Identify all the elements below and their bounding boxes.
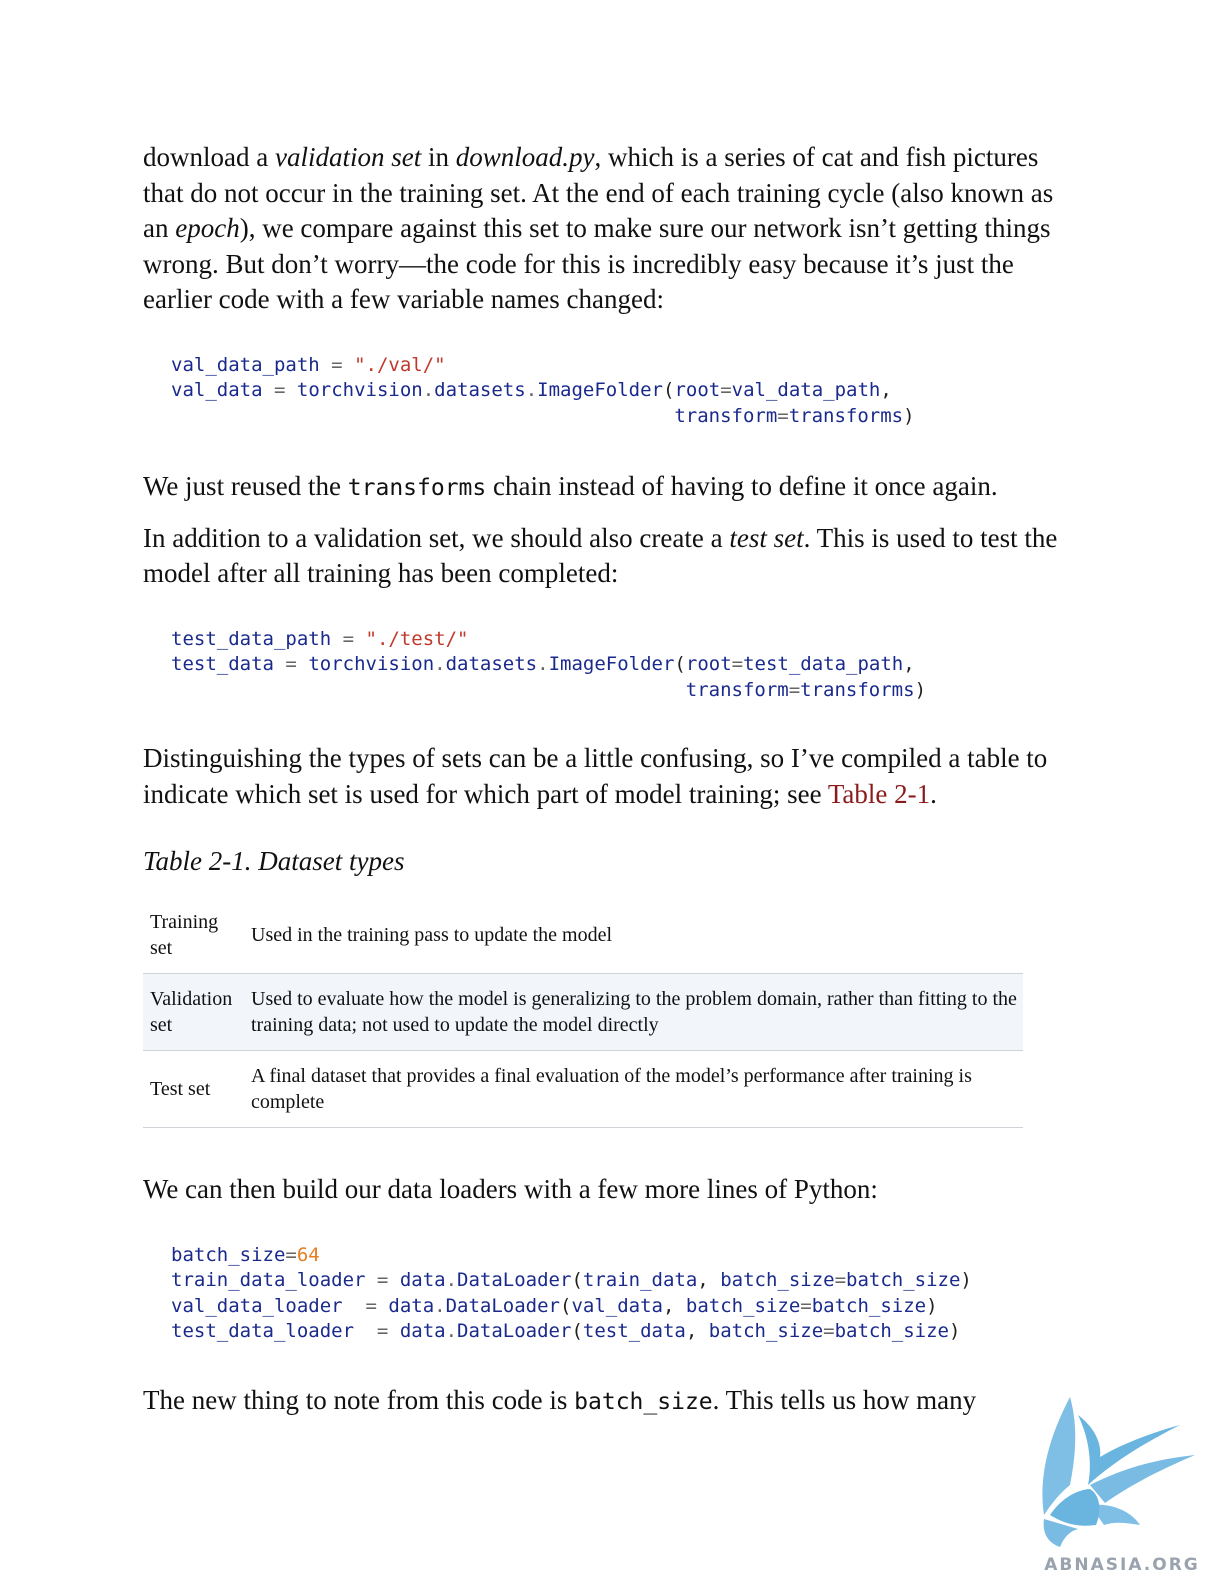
table-caption: Table 2-1. Dataset types — [143, 846, 405, 876]
text: download a — [143, 142, 275, 172]
page-content: download a validation set in download.py… — [143, 140, 1073, 1420]
table-row: Test set A final dataset that provides a… — [143, 1051, 1023, 1128]
inline-code: batch_size — [574, 1388, 713, 1415]
paragraph-dataset-types: Distinguishing the types of sets can be … — [143, 743, 1048, 809]
inline-code: transforms — [347, 475, 487, 501]
code-block-val-data: val_data_path = "./val/" val_data = torc… — [171, 353, 915, 427]
emphasis: validation set — [274, 142, 422, 172]
paragraph-validation-intro: download a validation set in download.py… — [143, 140, 1073, 318]
table-cell-desc: A final dataset that provides a final ev… — [251, 1065, 972, 1113]
watermark-text: ABNASIA.ORG — [1044, 1555, 1200, 1575]
emphasis: epoch — [175, 213, 240, 243]
griffin-logo-icon — [1042, 1397, 1195, 1547]
table-row: Training set Used in the training pass t… — [143, 897, 1023, 974]
paragraph-transforms-reuse: We just reused the transforms chain inst… — [143, 471, 998, 501]
table-cell-term: Test set — [150, 1078, 211, 1100]
paragraph-test-set: In addition to a validation set, we shou… — [143, 522, 1058, 589]
table-reference-link[interactable]: Table 2-1 — [828, 779, 930, 809]
table-cell-term: Training set — [150, 911, 219, 959]
table-cell-desc: Used to evaluate how the model is genera… — [251, 988, 1017, 1036]
table-cell-desc: Used in the training pass to update the … — [251, 924, 613, 946]
table-cell-term: Validation set — [150, 988, 233, 1036]
emphasis: test set — [729, 522, 804, 553]
text: ), we compare against this set to make s… — [143, 213, 1051, 314]
dataset-types-table: Training set Used in the training pass t… — [143, 897, 1023, 1128]
emphasis: download.py — [455, 142, 595, 172]
paragraph-data-loaders: We can then build our data loaders with … — [143, 1174, 878, 1204]
paragraph-batch-size: The new thing to note from this code is … — [143, 1384, 977, 1415]
code-block-test-data: test_data_path = "./test/" test_data = t… — [171, 627, 927, 701]
code-block-data-loaders: batch_size=64 train_data_loader = data.D… — [171, 1243, 972, 1343]
text: in — [421, 142, 456, 172]
table-row: Validation set Used to evaluate how the … — [143, 973, 1023, 1051]
